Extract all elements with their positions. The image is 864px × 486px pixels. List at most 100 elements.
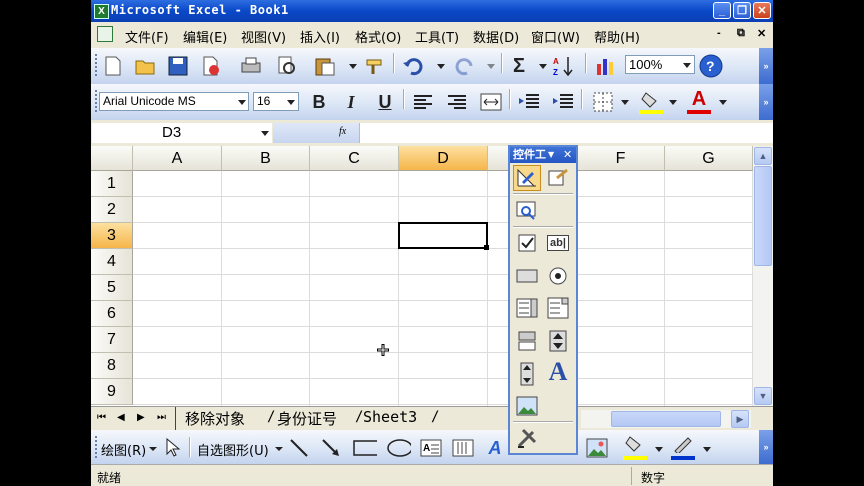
- sort-ascending-icon[interactable]: AZ: [551, 54, 575, 78]
- fill-color-icon[interactable]: [639, 88, 663, 112]
- menu-view[interactable]: 视图(V): [241, 27, 286, 46]
- scroll-down-button[interactable]: ▼: [754, 387, 772, 405]
- active-cell-d3[interactable]: [398, 222, 488, 249]
- font-name-combo[interactable]: Arial Unicode MS: [99, 92, 249, 111]
- doc-restore-button[interactable]: ⧉: [737, 27, 745, 40]
- next-sheet-button[interactable]: ▶: [137, 412, 145, 423]
- increase-indent-icon[interactable]: [551, 90, 575, 114]
- view-code-icon[interactable]: [513, 197, 541, 223]
- print-preview-icon[interactable]: [275, 54, 299, 78]
- toolbar-options-icon[interactable]: »: [759, 84, 773, 120]
- line-tool-icon[interactable]: [287, 436, 311, 460]
- font-color-dropdown-icon[interactable]: [719, 100, 727, 105]
- more-controls-icon[interactable]: [513, 425, 541, 451]
- insert-picture-icon[interactable]: [585, 436, 609, 460]
- sheet-tab-remove-object[interactable]: 移除对象: [185, 408, 245, 429]
- horizontal-scroll-thumb[interactable]: [611, 411, 721, 427]
- scrollbar-control-icon[interactable]: [513, 361, 541, 387]
- fill-color-dropdown-icon[interactable]: [669, 100, 677, 105]
- wordart-tool-icon[interactable]: A: [483, 436, 507, 460]
- toolbar-options-icon[interactable]: »: [759, 48, 773, 84]
- minimize-button[interactable]: _: [713, 2, 731, 19]
- open-icon[interactable]: [134, 54, 158, 78]
- borders-dropdown-icon[interactable]: [621, 100, 629, 105]
- toolbox-options-icon[interactable]: ▼: [548, 147, 554, 163]
- textbox-tool-icon[interactable]: A: [419, 436, 443, 460]
- menu-file[interactable]: 文件(F): [125, 27, 169, 46]
- column-header-f[interactable]: F: [577, 146, 665, 171]
- column-header-b[interactable]: B: [222, 146, 310, 171]
- checkbox-control-icon[interactable]: [513, 230, 541, 256]
- draw-fill-color-icon[interactable]: [623, 432, 647, 456]
- menu-help[interactable]: 帮助(H): [594, 27, 640, 46]
- toolbar-options-icon[interactable]: »: [759, 430, 773, 464]
- autosum-dropdown-icon[interactable]: [539, 64, 547, 69]
- row-header-2[interactable]: 2: [91, 197, 133, 223]
- menu-window[interactable]: 窗口(W): [531, 27, 580, 46]
- row-header-7[interactable]: 7: [91, 327, 133, 353]
- font-size-dropdown-icon[interactable]: [287, 100, 295, 105]
- textbox-control-icon[interactable]: ab|: [544, 230, 572, 256]
- line-color-dropdown-icon[interactable]: [703, 447, 711, 452]
- permission-icon[interactable]: [199, 54, 223, 78]
- column-header-d[interactable]: D: [399, 146, 488, 171]
- combobox-control-icon[interactable]: [544, 295, 572, 321]
- first-sheet-button[interactable]: ⏮: [97, 412, 106, 423]
- image-control-icon[interactable]: [513, 393, 541, 419]
- rectangle-tool-icon[interactable]: [353, 436, 377, 460]
- menu-insert[interactable]: 插入(I): [300, 27, 340, 46]
- row-header-5[interactable]: 5: [91, 275, 133, 301]
- restore-button[interactable]: ❐: [733, 2, 751, 19]
- row-header-9[interactable]: 9: [91, 379, 133, 405]
- fill-handle[interactable]: [484, 245, 489, 250]
- align-left-icon[interactable]: [411, 90, 435, 114]
- column-header-a[interactable]: A: [133, 146, 222, 171]
- doc-minimize-button[interactable]: -: [717, 27, 721, 39]
- arrow-tool-icon[interactable]: [319, 436, 343, 460]
- control-toolbox[interactable]: 控件工 ▼ ✕ ab| A: [508, 145, 578, 455]
- oval-tool-icon[interactable]: [387, 436, 411, 460]
- toolbar-grip[interactable]: [95, 436, 100, 458]
- sheet-tab-sheet3[interactable]: Sheet3: [363, 408, 417, 426]
- name-box-dropdown-icon[interactable]: [261, 131, 269, 136]
- toolbar-grip[interactable]: [95, 54, 100, 76]
- bold-button[interactable]: B: [307, 90, 331, 114]
- insert-function-icon[interactable]: fx: [339, 126, 346, 137]
- borders-icon[interactable]: [591, 90, 615, 114]
- undo-icon[interactable]: [401, 54, 425, 78]
- prev-sheet-button[interactable]: ◀: [117, 412, 125, 423]
- help-icon[interactable]: ?: [699, 54, 723, 78]
- horizontal-scrollbar[interactable]: ▶: [581, 410, 751, 428]
- toggle-button-control-icon[interactable]: [513, 328, 541, 354]
- menu-tools[interactable]: 工具(T): [415, 27, 459, 46]
- select-objects-icon[interactable]: [161, 436, 185, 460]
- draw-fill-color-dropdown-icon[interactable]: [655, 447, 663, 452]
- select-all-corner[interactable]: [91, 146, 133, 171]
- design-mode-icon[interactable]: [513, 165, 541, 191]
- worksheet-grid[interactable]: A B C D E F G 1 2 3 4 5 6 7 8 9: [91, 146, 753, 406]
- autosum-icon[interactable]: Σ: [507, 54, 531, 78]
- vertical-scroll-thumb[interactable]: [754, 166, 772, 266]
- row-header-1[interactable]: 1: [91, 171, 133, 197]
- last-sheet-button[interactable]: ⏭: [157, 412, 166, 423]
- font-color-icon[interactable]: A: [687, 87, 711, 111]
- draw-menu-button[interactable]: 绘图(R): [101, 440, 146, 459]
- row-header-3[interactable]: 3: [91, 223, 133, 249]
- redo-dropdown-icon[interactable]: [487, 64, 495, 69]
- properties-icon[interactable]: [544, 165, 572, 191]
- italic-button[interactable]: I: [339, 90, 363, 114]
- row-header-6[interactable]: 6: [91, 301, 133, 327]
- menu-format[interactable]: 格式(O): [355, 27, 401, 46]
- paste-dropdown-icon[interactable]: [349, 64, 357, 69]
- menu-edit[interactable]: 编辑(E): [183, 27, 227, 46]
- merge-center-icon[interactable]: [479, 90, 503, 114]
- paste-icon[interactable]: [313, 54, 337, 78]
- label-control-icon[interactable]: A: [544, 357, 572, 386]
- row-header-4[interactable]: 4: [91, 249, 133, 275]
- zoom-dropdown-icon[interactable]: [683, 63, 691, 68]
- redo-icon[interactable]: [453, 54, 477, 78]
- line-color-icon[interactable]: [671, 432, 695, 456]
- row-header-8[interactable]: 8: [91, 353, 133, 379]
- menu-data[interactable]: 数据(D): [473, 27, 519, 46]
- scroll-up-button[interactable]: ▲: [754, 147, 772, 165]
